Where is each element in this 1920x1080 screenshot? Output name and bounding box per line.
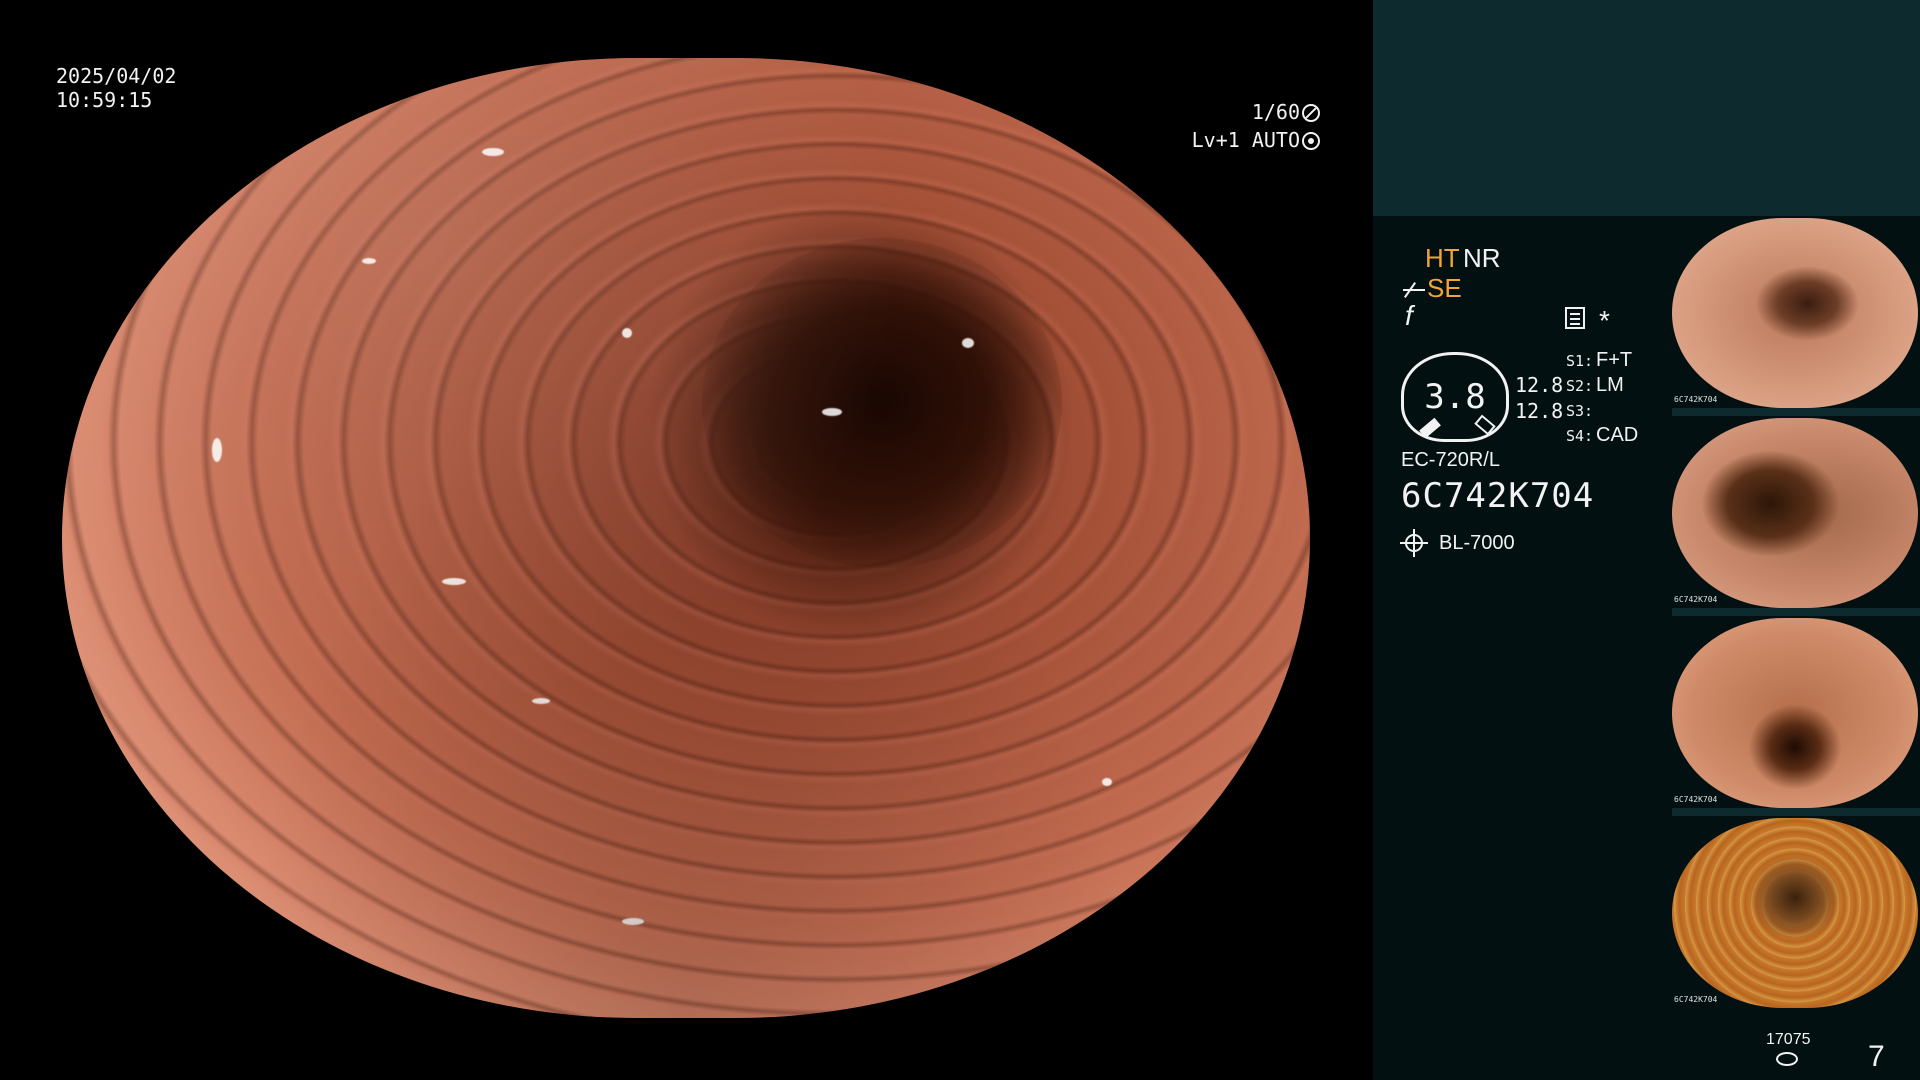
thumbnail-divider (1672, 408, 1920, 416)
gauge-readouts: 12.8 12.8 (1515, 372, 1563, 424)
colon-lumen (702, 238, 1062, 568)
gauge-right-tick (1474, 414, 1496, 436)
switch-value: CAD (1596, 424, 1639, 446)
structure-enhance-icon (1403, 281, 1425, 297)
specular-highlight (622, 918, 644, 925)
switch-row: S4: CAD (1566, 423, 1638, 448)
readout-value: 12.8 (1515, 373, 1564, 397)
thumbnail-caption: 6C742K704 (1674, 395, 1718, 404)
readout-value: 12.8 (1515, 399, 1564, 423)
specular-highlight (482, 148, 504, 156)
capture-thumbnail-3[interactable] (1672, 618, 1918, 808)
specular-highlight (212, 438, 222, 462)
light-source-icon (1400, 529, 1428, 557)
switch-key: S2: (1566, 377, 1594, 395)
image-counter: 17075 (1766, 1031, 1811, 1048)
switch-settings: S1: F+T S2: LM S3: S4: CAD (1566, 348, 1638, 448)
specular-highlight (822, 408, 842, 416)
capture-thumbnail-1[interactable] (1672, 218, 1918, 408)
zoom-gauge: 3.8 (1401, 352, 1509, 442)
thumbnail-caption: 6C742K704 (1674, 795, 1718, 804)
panel-header-area (1373, 0, 1920, 216)
nr-indicator: NR (1463, 243, 1501, 273)
se-label: SE (1427, 273, 1462, 303)
storage-disk-icon (1776, 1052, 1798, 1066)
asterisk-indicator: * (1599, 305, 1610, 336)
ht-indicator: HT (1425, 243, 1460, 273)
osd-date: 2025/04/02 (56, 64, 177, 88)
scope-serial: 6C742K704 (1401, 476, 1595, 516)
switch-row: S3: (1566, 398, 1638, 423)
switch-row: S1: F+T (1566, 348, 1638, 373)
specular-highlight (1102, 778, 1112, 786)
capture-thumbnail-4[interactable] (1672, 818, 1918, 1008)
brightness-level: Lv+1 AUTO (1191, 128, 1300, 152)
osd-shutter: 1/60 (1252, 100, 1320, 124)
switch-value: LM (1596, 374, 1624, 396)
freeze-symbol: f (1405, 300, 1413, 331)
shutter-speed: 1/60 (1251, 100, 1300, 124)
thumbnail-divider (1672, 608, 1920, 616)
osd-level: Lv+1 AUTO (1192, 128, 1320, 152)
specular-highlight (532, 698, 550, 704)
specular-highlight (622, 328, 632, 338)
light-source: BL-7000 (1439, 532, 1515, 554)
thumbnail-divider (1672, 808, 1920, 816)
gauge-value: 3.8 (1424, 377, 1486, 417)
thumbnail-caption: 6C742K704 (1674, 595, 1718, 604)
osd-time: 10:59:15 (56, 88, 153, 112)
shutter-icon (1302, 104, 1320, 122)
switch-key: S1: (1566, 352, 1594, 370)
menu-list-icon (1565, 307, 1585, 329)
specular-highlight (442, 578, 466, 585)
specular-highlight (962, 338, 974, 348)
scope-model: EC-720R/L (1401, 449, 1500, 471)
switch-key: S3: (1566, 402, 1594, 420)
gauge-left-tick (1419, 417, 1441, 439)
auto-iris-icon (1302, 132, 1320, 150)
capture-count: 7 (1868, 1040, 1885, 1073)
capture-thumbnail-2[interactable] (1672, 418, 1918, 608)
thumbnail-caption: 6C742K704 (1674, 995, 1718, 1004)
endoscope-main-view (62, 58, 1310, 1018)
specular-highlight (362, 258, 376, 264)
switch-key: S4: (1566, 427, 1594, 445)
switch-row: S2: LM (1566, 373, 1638, 398)
switch-value: F+T (1596, 349, 1633, 371)
endoscopy-screen: 2025/04/02 10:59:15 1/60 Lv+1 AUTO HT NR… (0, 0, 1920, 1080)
